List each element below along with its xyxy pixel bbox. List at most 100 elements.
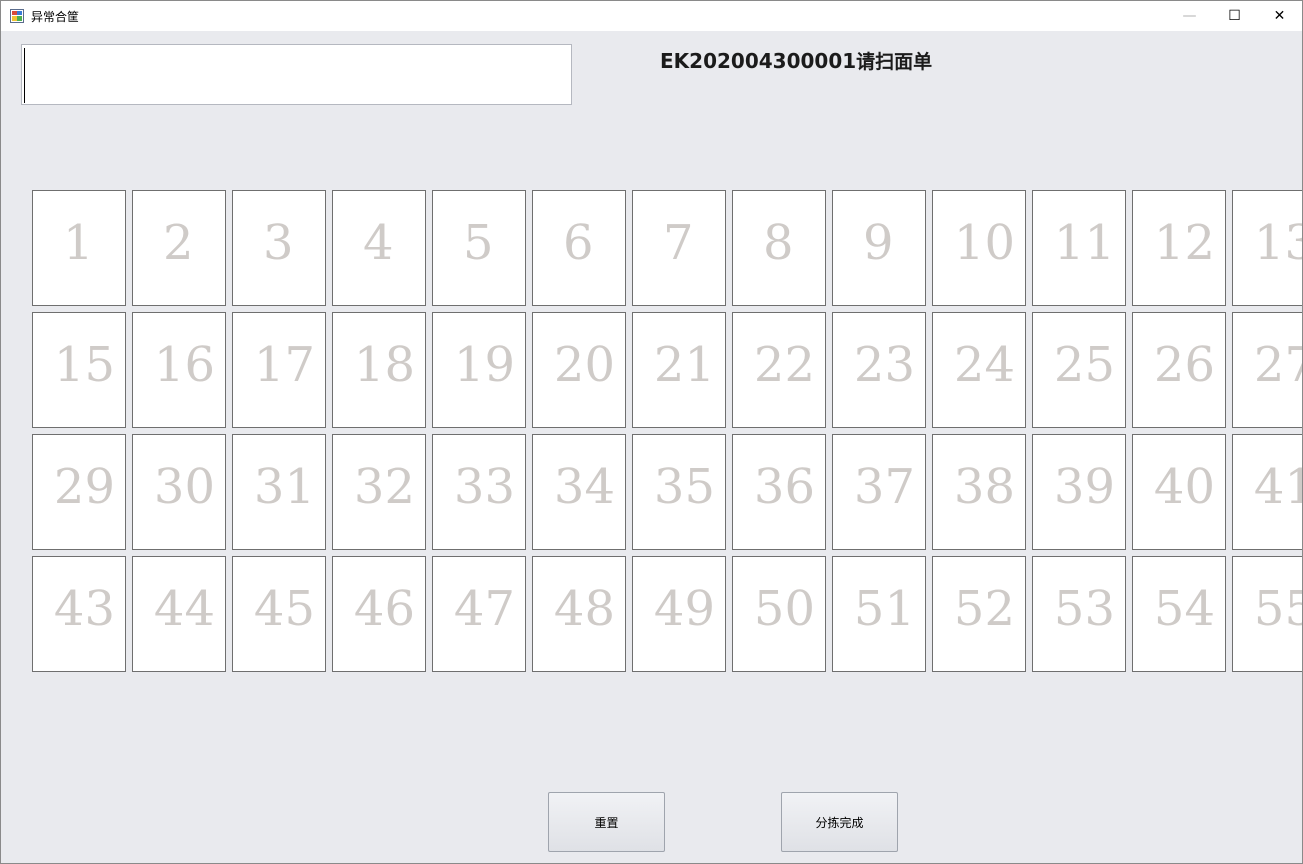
slot-cell[interactable]: 19 — [432, 312, 526, 428]
slot-number: 22 — [753, 337, 815, 393]
slot-cell[interactable]: 34 — [532, 434, 626, 550]
slot-cell[interactable]: 31 — [232, 434, 326, 550]
slot-cell[interactable]: 41 — [1232, 434, 1302, 550]
slot-cell[interactable]: 49 — [632, 556, 726, 672]
slot-cell[interactable]: 48 — [532, 556, 626, 672]
slot-number: 39 — [1053, 459, 1115, 515]
slot-number: 32 — [353, 459, 415, 515]
title-bar: 异常合筐 — ☐ ✕ — [1, 1, 1302, 31]
slot-number: 50 — [753, 581, 815, 637]
slot-cell[interactable]: 1 — [32, 190, 126, 306]
slot-cell[interactable]: 30 — [132, 434, 226, 550]
slot-number: 54 — [1153, 581, 1215, 637]
minimize-button[interactable]: — — [1167, 1, 1212, 31]
slot-cell[interactable]: 15 — [32, 312, 126, 428]
slot-cell[interactable]: 9 — [832, 190, 926, 306]
slot-cell[interactable]: 12 — [1132, 190, 1226, 306]
main-window: 异常合筐 — ☐ ✕ EK202004300001请扫面单 1234567891… — [0, 0, 1303, 864]
maximize-button[interactable]: ☐ — [1212, 1, 1257, 31]
slot-number: 19 — [453, 337, 515, 393]
minimize-icon: — — [1182, 8, 1197, 24]
slot-number: 37 — [853, 459, 915, 515]
slot-number: 55 — [1253, 581, 1302, 637]
slot-cell[interactable]: 38 — [932, 434, 1026, 550]
slot-cell[interactable]: 33 — [432, 434, 526, 550]
slot-number: 47 — [453, 581, 515, 637]
slot-number: 49 — [653, 581, 715, 637]
slot-cell[interactable]: 32 — [332, 434, 426, 550]
slot-number: 8 — [763, 215, 794, 271]
slot-cell[interactable]: 35 — [632, 434, 726, 550]
window-title: 异常合筐 — [31, 10, 80, 24]
slot-cell[interactable]: 24 — [932, 312, 1026, 428]
slot-number: 52 — [953, 581, 1015, 637]
reset-button[interactable]: 重置 — [548, 792, 665, 852]
slot-number: 10 — [953, 215, 1015, 271]
slot-number: 15 — [53, 337, 115, 393]
slot-cell[interactable]: 53 — [1032, 556, 1126, 672]
slot-cell[interactable]: 10 — [932, 190, 1026, 306]
slot-cell[interactable]: 7 — [632, 190, 726, 306]
maximize-icon: ☐ — [1228, 8, 1241, 24]
slot-cell[interactable]: 45 — [232, 556, 326, 672]
slot-number: 41 — [1253, 459, 1302, 515]
slot-number: 31 — [253, 459, 315, 515]
slot-number: 7 — [663, 215, 694, 271]
slot-cell[interactable]: 5 — [432, 190, 526, 306]
slot-cell[interactable]: 51 — [832, 556, 926, 672]
slot-number: 5 — [463, 215, 494, 271]
slot-cell[interactable]: 8 — [732, 190, 826, 306]
slot-cell[interactable]: 55 — [1232, 556, 1302, 672]
scan-input[interactable] — [21, 44, 572, 105]
slot-cell[interactable]: 3 — [232, 190, 326, 306]
slot-cell[interactable]: 21 — [632, 312, 726, 428]
slot-cell[interactable]: 44 — [132, 556, 226, 672]
slot-number: 25 — [1053, 337, 1115, 393]
slot-number: 53 — [1053, 581, 1115, 637]
slot-cell[interactable]: 27 — [1232, 312, 1302, 428]
slot-cell[interactable]: 23 — [832, 312, 926, 428]
slot-cell[interactable]: 29 — [32, 434, 126, 550]
slot-cell[interactable]: 6 — [532, 190, 626, 306]
slot-number: 26 — [1153, 337, 1215, 393]
slot-number: 9 — [863, 215, 894, 271]
slot-number: 17 — [253, 337, 315, 393]
slot-cell[interactable]: 46 — [332, 556, 426, 672]
slot-number: 45 — [253, 581, 315, 637]
slot-cell[interactable]: 26 — [1132, 312, 1226, 428]
close-icon: ✕ — [1273, 8, 1286, 24]
slot-cell[interactable]: 54 — [1132, 556, 1226, 672]
slot-cell[interactable]: 39 — [1032, 434, 1126, 550]
text-caret — [24, 48, 25, 103]
slot-number: 23 — [853, 337, 915, 393]
slot-number: 27 — [1253, 337, 1302, 393]
slot-cell[interactable]: 43 — [32, 556, 126, 672]
scan-status: EK202004300001请扫面单 — [660, 47, 932, 74]
order-code: EK202004300001 — [660, 49, 857, 73]
slot-cell[interactable]: 16 — [132, 312, 226, 428]
slot-cell[interactable]: 36 — [732, 434, 826, 550]
slot-cell[interactable]: 2 — [132, 190, 226, 306]
slot-cell[interactable]: 13 — [1232, 190, 1302, 306]
slot-number: 6 — [563, 215, 594, 271]
slot-cell[interactable]: 17 — [232, 312, 326, 428]
slot-number: 29 — [53, 459, 115, 515]
slot-number: 24 — [953, 337, 1015, 393]
slot-number: 4 — [363, 215, 394, 271]
close-button[interactable]: ✕ — [1257, 1, 1302, 31]
slot-cell[interactable]: 50 — [732, 556, 826, 672]
slot-cell[interactable]: 52 — [932, 556, 1026, 672]
slot-cell[interactable]: 22 — [732, 312, 826, 428]
slot-number: 11 — [1053, 215, 1115, 271]
slot-cell[interactable]: 11 — [1032, 190, 1126, 306]
slot-cell[interactable]: 25 — [1032, 312, 1126, 428]
slot-number: 34 — [553, 459, 615, 515]
sort-complete-button[interactable]: 分拣完成 — [781, 792, 898, 852]
slot-cell[interactable]: 37 — [832, 434, 926, 550]
slot-cell[interactable]: 40 — [1132, 434, 1226, 550]
slot-cell[interactable]: 47 — [432, 556, 526, 672]
slot-cell[interactable]: 18 — [332, 312, 426, 428]
slot-number: 2 — [163, 215, 194, 271]
slot-cell[interactable]: 4 — [332, 190, 426, 306]
slot-cell[interactable]: 20 — [532, 312, 626, 428]
